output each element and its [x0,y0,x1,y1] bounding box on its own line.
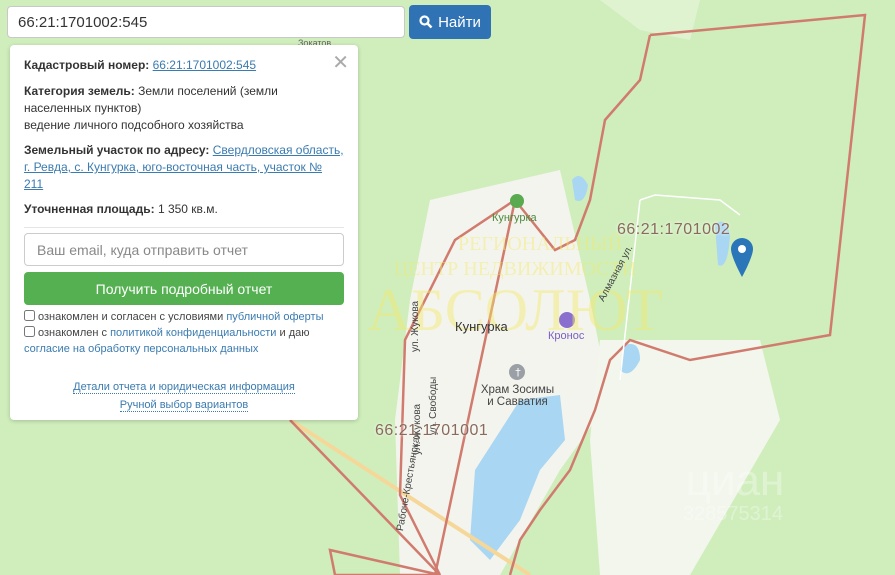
area-label: Уточненная площадь: [24,202,155,216]
consent-text: ознакомлен и согласен с условиями [38,311,227,323]
divider [24,227,344,228]
svg-text:328575314: 328575314 [683,503,783,525]
street-label: ул. Жукова [410,300,421,352]
privacy-link[interactable]: политикой конфиденциальности [110,327,276,339]
search-icon [419,15,433,29]
get-report-button[interactable]: Получить подробный отчет [24,272,344,305]
cadastral-block-label: 66:21:1701001 [375,422,489,439]
usage-value: ведение личного подсобного хозяйства [24,118,244,132]
cian-watermark: циан 328575314 [683,456,784,525]
svg-text:†: † [515,366,521,379]
cadastral-block-label: 66:21:1701002 [617,221,731,238]
manual-selection-link[interactable]: Ручной выбор вариантов [119,399,249,412]
find-button[interactable]: Найти [409,5,491,39]
cadastral-link[interactable]: 66:21:1701002:545 [153,58,256,72]
offer-link[interactable]: публичной оферты [226,311,323,323]
details-link[interactable]: Детали отчета и юридическая информация [73,381,295,394]
area-value: 1 350 кв.м. [157,202,218,216]
email-input[interactable] [24,233,344,266]
svg-text:циан: циан [686,456,785,505]
find-button-label: Найти [438,13,481,31]
offer-checkbox[interactable] [24,310,35,321]
village-label: Кунгурка [455,319,508,334]
cadastral-search-input[interactable] [7,6,405,38]
category-label: Категория земель: [24,84,135,98]
privacy-checkbox[interactable] [24,326,35,337]
poi-label-church: Храм Зосимы и Савватия [480,384,555,408]
consent-text: и даю [276,327,310,339]
address-label: Земельный участок по адресу: [24,143,210,157]
park-poi-icon [510,194,524,208]
info-panel: ✕ Кадастровый номер: 66:21:1701002:545 К… [10,45,358,420]
consent-text: ознакомлен с [38,327,111,339]
poi-label-kronos: Кронос [548,330,585,342]
personal-data-link[interactable]: согласие на обработку персональных данны… [24,343,258,355]
cadastral-label: Кадастровый номер: [24,58,150,72]
poi-label-kungurka: Кунгурка [492,212,537,224]
svg-text:РЕГИОНАЛЬНЫЙ: РЕГИОНАЛЬНЫЙ [458,232,622,255]
